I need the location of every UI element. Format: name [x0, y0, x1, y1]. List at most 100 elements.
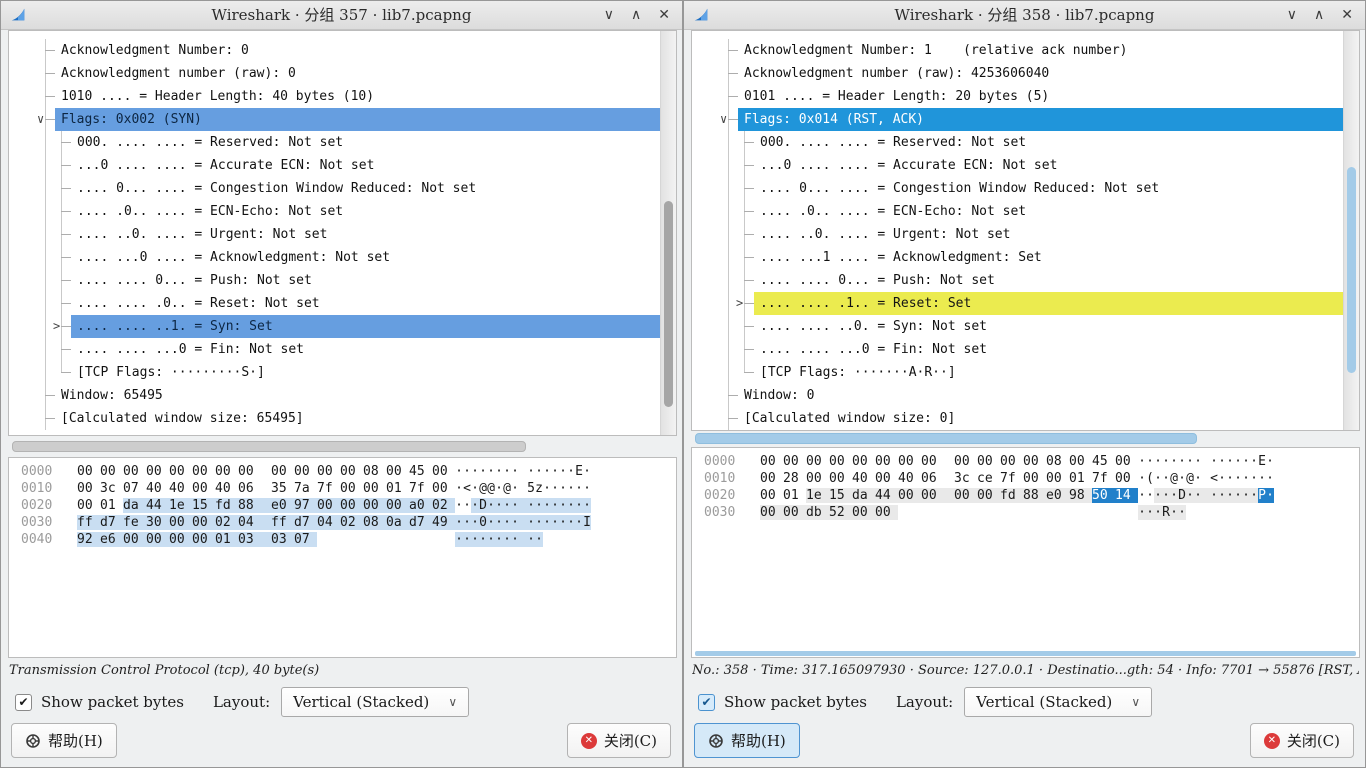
ascii-char[interactable]: ·: [567, 481, 575, 496]
ascii-char[interactable]: ·: [1170, 488, 1178, 503]
hex-byte[interactable]: 01: [215, 532, 238, 547]
hex-byte[interactable]: 44: [875, 488, 898, 503]
hex-row[interactable]: 00200001da441e15fd88e09700000000a002···D…: [21, 498, 676, 515]
tree-row[interactable]: .... .0.. .... = ECN-Echo: Not set: [692, 200, 1344, 223]
hex-byte[interactable]: 00: [215, 464, 238, 479]
ascii-char[interactable]: ·: [487, 498, 495, 513]
ascii-char[interactable]: ·: [543, 464, 551, 479]
hex-byte[interactable]: 00: [386, 498, 409, 513]
hex-row[interactable]: 001000280000400040063cce7f0000017f00·(··…: [704, 471, 1359, 488]
ascii-char[interactable]: ·: [1218, 471, 1226, 486]
ascii-char[interactable]: @: [1170, 471, 1178, 486]
ascii-char[interactable]: ·: [471, 464, 479, 479]
ascii-char[interactable]: ·: [1250, 454, 1258, 469]
hex-byte[interactable]: 00: [363, 481, 386, 496]
hex-byte[interactable]: 00: [1000, 454, 1023, 469]
ascii-char[interactable]: ·: [511, 532, 527, 547]
hex-byte[interactable]: 88: [238, 498, 271, 513]
vertical-scrollbar[interactable]: [1343, 31, 1359, 430]
hex-byte[interactable]: 08: [363, 464, 386, 479]
hex-byte[interactable]: 88: [1023, 488, 1046, 503]
ascii-char[interactable]: ·: [455, 498, 463, 513]
hex-byte[interactable]: 00: [783, 454, 806, 469]
collapse-icon[interactable]: ∨: [37, 108, 44, 131]
ascii-char[interactable]: ·: [495, 464, 503, 479]
ascii-char[interactable]: ·: [455, 532, 463, 547]
ascii-char[interactable]: ·: [1226, 471, 1234, 486]
ascii-char[interactable]: ·: [463, 464, 471, 479]
ascii-char[interactable]: ·: [503, 532, 511, 547]
tree-row[interactable]: .... ..0. .... = Urgent: Not set: [692, 223, 1344, 246]
hex-byte[interactable]: 00: [169, 515, 192, 530]
hex-byte[interactable]: 50: [1092, 488, 1115, 503]
hex-byte[interactable]: 06: [921, 471, 954, 486]
maximize-button[interactable]: ∧: [631, 7, 641, 23]
ascii-char[interactable]: ·: [1186, 488, 1194, 503]
tree-row[interactable]: .... ...1 .... = Acknowledgment: Set: [692, 246, 1344, 269]
ascii-char[interactable]: ·: [479, 532, 487, 547]
hex-byte[interactable]: 00: [192, 481, 215, 496]
ascii-char[interactable]: ·: [559, 481, 567, 496]
ascii-char[interactable]: ·: [567, 464, 575, 479]
hex-byte[interactable]: 00: [77, 498, 100, 513]
hex-byte[interactable]: fe: [123, 515, 146, 530]
help-button[interactable]: 帮助(H): [11, 723, 117, 758]
tree-row[interactable]: Acknowledgment Number: 1 (relative ack n…: [692, 39, 1344, 62]
ascii-char[interactable]: ·: [1218, 454, 1226, 469]
hex-byte[interactable]: 28: [783, 471, 806, 486]
hex-byte[interactable]: 40: [852, 471, 875, 486]
ascii-char[interactable]: ·: [575, 515, 583, 530]
hex-byte[interactable]: 03: [238, 532, 271, 547]
ascii-char[interactable]: ·: [455, 481, 463, 496]
hex-row[interactable]: 002000011e15da4400000000fd88e0985014····…: [704, 488, 1359, 505]
tree-row[interactable]: .... .0.. .... = ECN-Echo: Not set: [9, 200, 661, 223]
hex-byte[interactable]: 40: [898, 471, 921, 486]
ascii-char[interactable]: ·: [535, 515, 543, 530]
tree-row[interactable]: [TCP Flags: ·······A·R··]: [692, 361, 1344, 384]
hex-row[interactable]: 004092e60000000001030307··········: [21, 532, 676, 549]
layout-select[interactable]: Vertical (Stacked) ∨: [281, 687, 469, 717]
hex-byte[interactable]: 00: [123, 532, 146, 547]
ascii-char[interactable]: ·: [503, 498, 511, 513]
ascii-char[interactable]: ·: [471, 515, 479, 530]
hex-byte[interactable]: 01: [386, 481, 409, 496]
ascii-char[interactable]: ·: [535, 498, 543, 513]
hex-byte[interactable]: 00: [1023, 454, 1046, 469]
ascii-char[interactable]: ·: [535, 464, 543, 479]
ascii-char[interactable]: ·: [1178, 454, 1186, 469]
hex-byte[interactable]: 01: [100, 498, 123, 513]
hex-byte[interactable]: 98: [1069, 488, 1092, 503]
close-window-button[interactable]: ✕: [1341, 7, 1353, 23]
ascii-char[interactable]: ·: [1210, 488, 1218, 503]
ascii-char[interactable]: ·: [1258, 471, 1266, 486]
hex-byte[interactable]: d7: [294, 515, 317, 530]
ascii-char[interactable]: D: [479, 498, 487, 513]
hex-byte[interactable]: 49: [432, 515, 455, 530]
hex-byte[interactable]: fd: [1000, 488, 1023, 503]
hex-byte[interactable]: 01: [783, 488, 806, 503]
show-packet-bytes-label[interactable]: Show packet bytes: [724, 693, 867, 711]
hex-byte[interactable]: 00: [921, 454, 954, 469]
ascii-char[interactable]: I: [583, 515, 591, 530]
ascii-char[interactable]: ·: [1218, 488, 1226, 503]
hex-byte[interactable]: 00: [317, 498, 340, 513]
hex-byte[interactable]: 00: [146, 464, 169, 479]
hex-byte[interactable]: 97: [294, 498, 317, 513]
ascii-char[interactable]: ·: [1266, 454, 1274, 469]
hex-byte[interactable]: 00: [294, 464, 317, 479]
hex-byte[interactable]: 92: [77, 532, 100, 547]
ascii-char[interactable]: ·: [511, 464, 527, 479]
vertical-scrollbar[interactable]: [660, 31, 676, 435]
ascii-char[interactable]: ·: [559, 515, 567, 530]
ascii-char[interactable]: ·: [1266, 471, 1274, 486]
ascii-char[interactable]: ·: [495, 532, 503, 547]
tree-row[interactable]: ...0 .... .... = Accurate ECN: Not set: [9, 154, 661, 177]
ascii-char[interactable]: ·: [1138, 454, 1146, 469]
hex-byte[interactable]: 00: [783, 505, 806, 520]
hex-byte[interactable]: 04: [317, 515, 340, 530]
ascii-char[interactable]: ·: [487, 515, 495, 530]
ascii-char[interactable]: ·: [527, 532, 535, 547]
ascii-char[interactable]: ·: [543, 515, 551, 530]
hex-byte[interactable]: 02: [432, 498, 455, 513]
ascii-char[interactable]: ·: [567, 515, 575, 530]
